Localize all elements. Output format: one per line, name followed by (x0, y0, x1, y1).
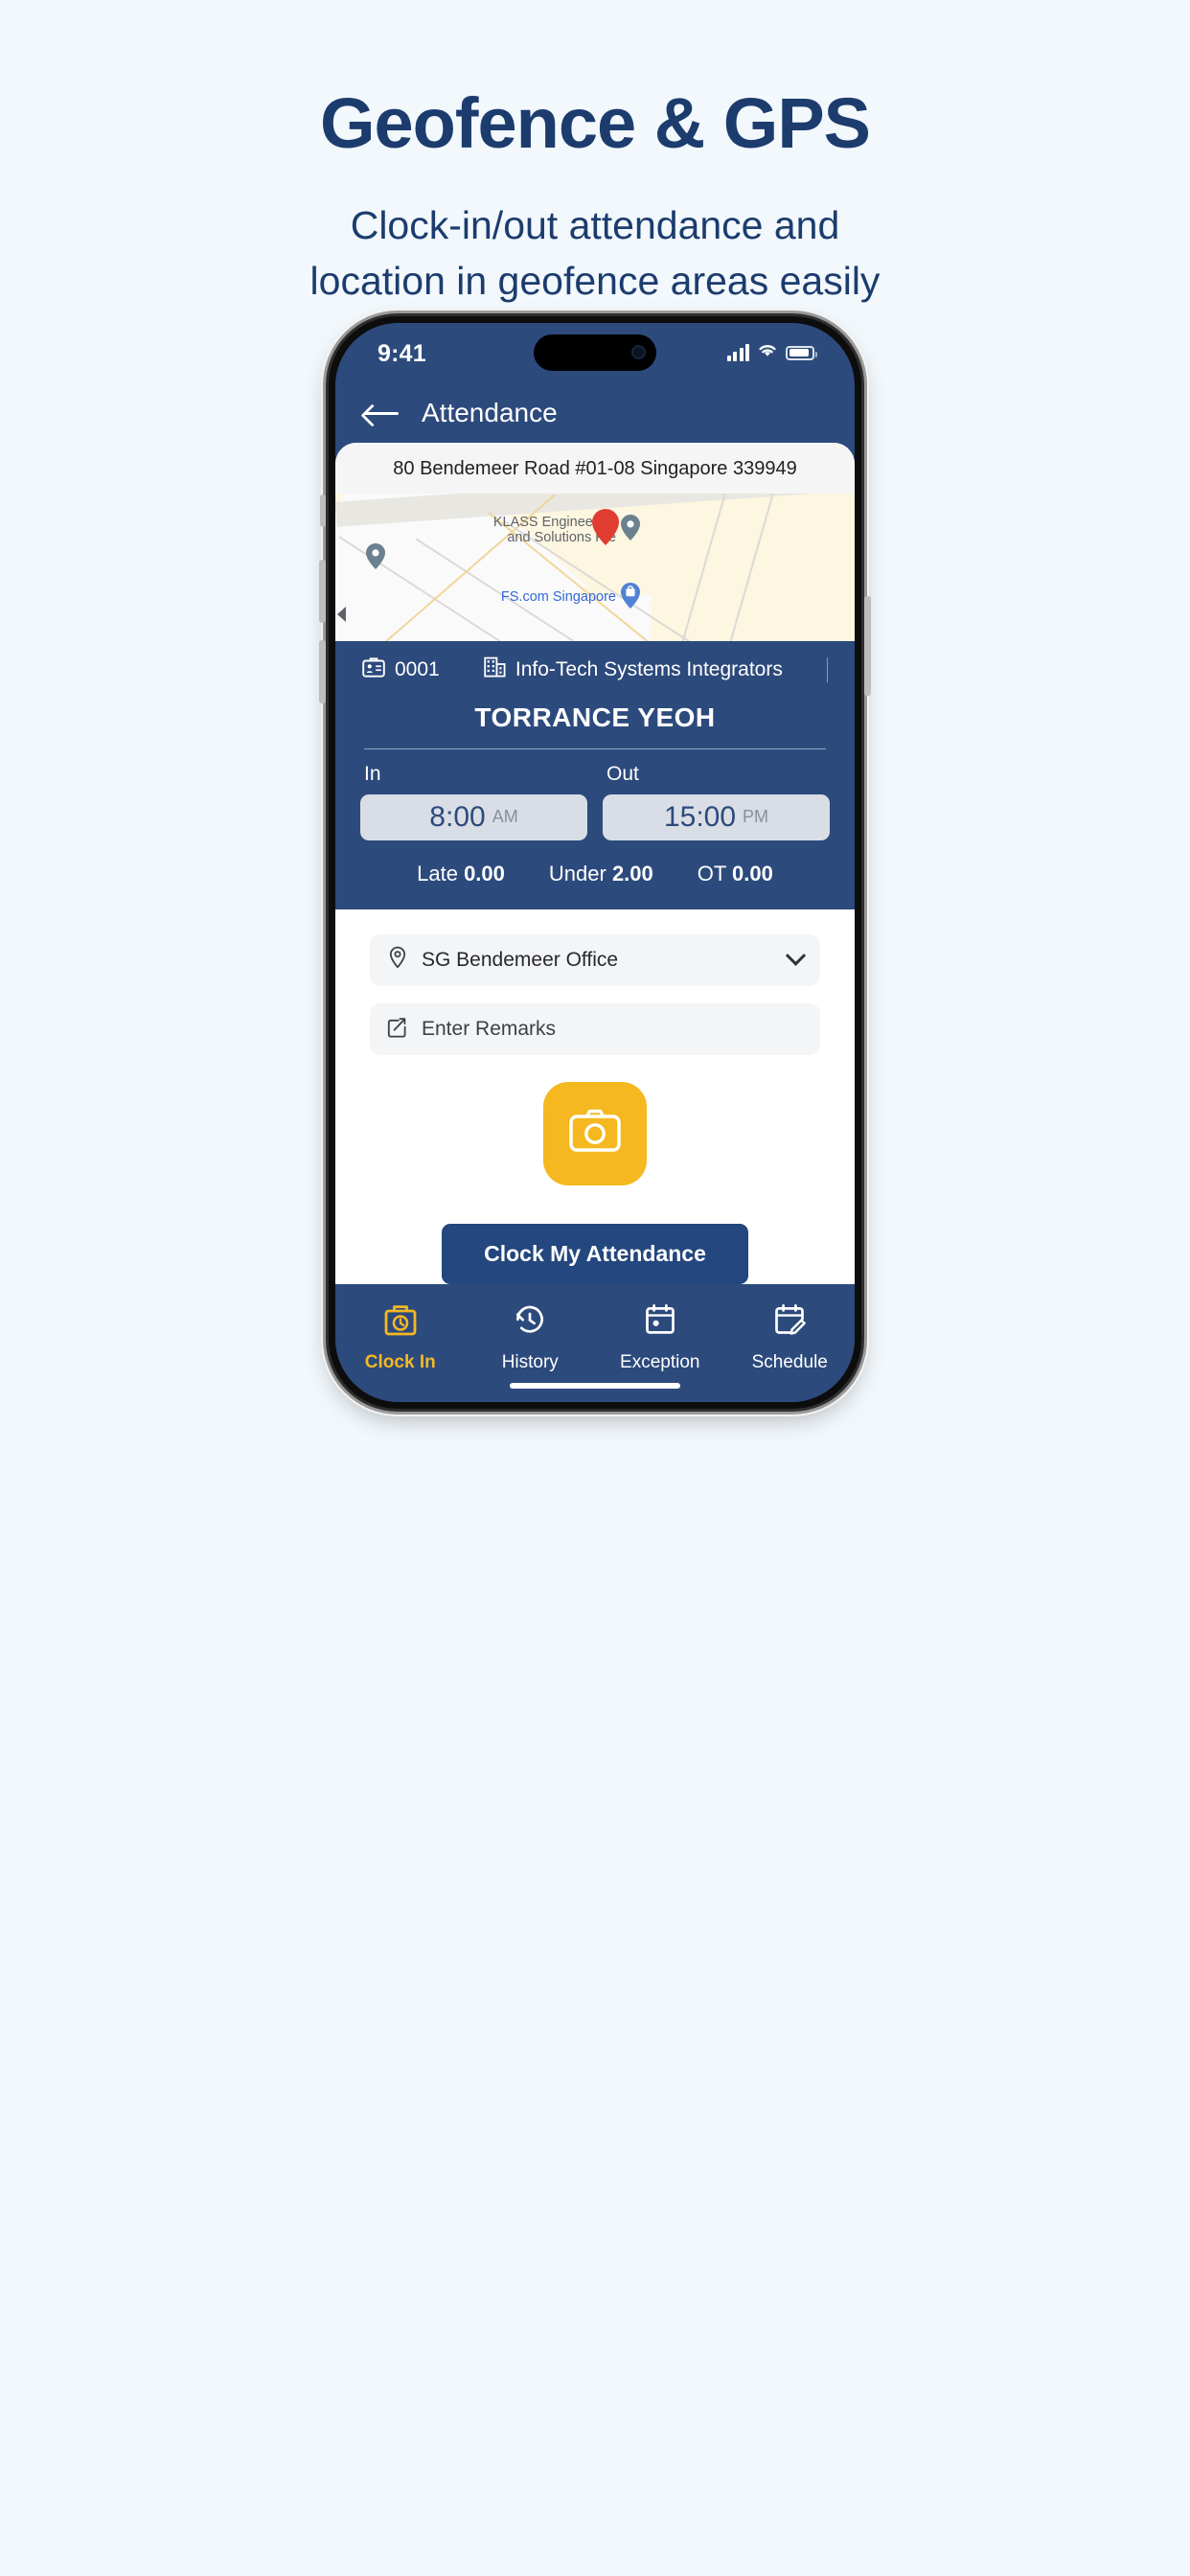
tab-exception[interactable]: Exception (595, 1301, 725, 1373)
tab-label-clock-in: Clock In (364, 1351, 436, 1372)
clock-out-column: Out 15:00 PM (603, 763, 830, 840)
clock-in-form: SG Bendemeer Office Enter Remarks Clock … (335, 908, 855, 1284)
clock-out-time-field[interactable]: 15:00 PM (603, 794, 830, 840)
app-bar-title: Attendance (422, 398, 558, 428)
promo-header: Geofence & GPS Clock-in/out attendance a… (0, 0, 1190, 309)
map-address: 80 Bendemeer Road #01-08 Singapore 33994… (335, 442, 855, 494)
app-bar: Attendance (335, 383, 855, 443)
status-bar-icons (726, 342, 817, 363)
remarks-placeholder: Enter Remarks (422, 1017, 557, 1040)
chevron-down-icon[interactable] (785, 946, 807, 967)
stat-ot: OT 0.00 (697, 861, 773, 886)
phone-screen: 9:41 Attendance 80 Bendemeer Road #01-08… (335, 323, 855, 1402)
map-label-klass: KLASS Engineering and Solutions Pte (492, 514, 616, 546)
meta-divider (826, 656, 828, 682)
stat-late: Late 0.00 (417, 861, 505, 886)
camera-button[interactable] (543, 1081, 647, 1185)
map-marker-icon (366, 542, 385, 569)
home-indicator[interactable] (510, 1383, 680, 1389)
location-select[interactable]: SG Bendemeer Office (370, 933, 820, 986)
camera-icon (568, 1108, 622, 1159)
page-title: Geofence & GPS (319, 83, 871, 163)
cellular-signal-icon (726, 344, 749, 361)
history-clock-icon (512, 1301, 548, 1343)
location-pin-icon (387, 946, 408, 974)
tab-schedule[interactable]: Schedule (725, 1301, 856, 1373)
collapse-left-arrow-icon[interactable] (337, 606, 346, 622)
calendar-dot-icon (642, 1301, 678, 1343)
building-icon (484, 656, 506, 683)
tab-label-history: History (501, 1351, 559, 1372)
power-button[interactable] (864, 596, 871, 696)
map-canvas[interactable]: KLASS Engineering and Solutions Pte FS.c… (335, 493, 855, 641)
dynamic-island (534, 334, 656, 371)
status-bar: 9:41 (335, 323, 855, 384)
id-badge-icon (362, 656, 385, 683)
wifi-icon (757, 342, 778, 363)
note-edit-icon (387, 1016, 408, 1043)
tab-history[interactable]: History (466, 1301, 596, 1373)
camera-button-wrap (370, 1081, 820, 1185)
tab-label-schedule: Schedule (751, 1351, 828, 1372)
phone-mockup: 9:41 Attendance 80 Bendemeer Road #01-08… (83, 316, 1107, 1428)
page-subtitle-line-1: Clock-in/out attendance and (350, 203, 840, 247)
clock-in-label: In (364, 762, 381, 785)
attendance-stats: Late 0.00 Under 2.00 OT 0.00 (360, 862, 830, 886)
clock-out-label: Out (606, 762, 639, 785)
page-subtitle: Clock-in/out attendance and location in … (0, 197, 1190, 309)
silent-switch[interactable] (320, 494, 326, 527)
status-bar-time: 9:41 (378, 340, 426, 367)
map-marker-icon (621, 514, 640, 540)
employee-name: TORRANCE YEOH (474, 702, 716, 732)
volume-down-button[interactable] (319, 640, 326, 703)
info-divider (364, 748, 826, 749)
clock-in-time-field[interactable]: 8:00 AM (360, 794, 587, 840)
in-out-row: In 8:00 AM Out 15:00 PM (360, 763, 830, 840)
employee-meta-row: 0001 Info-Tech Systems Integrators (360, 656, 830, 683)
clock-in-bag-icon (382, 1301, 419, 1343)
employee-id-value: 0001 (395, 657, 440, 680)
map-destination-marker-icon (592, 508, 619, 545)
attendance-info-panel: 0001 Info-Tech Systems Integrators TORRA… (335, 640, 855, 909)
submit-button-wrap: Clock My Attendance (370, 1223, 820, 1284)
map-marker-shop-icon (621, 582, 640, 609)
company-cell: Info-Tech Systems Integrators (484, 656, 783, 683)
back-arrow-icon[interactable] (364, 402, 399, 425)
map-card: 80 Bendemeer Road #01-08 Singapore 33994… (335, 442, 855, 641)
map-label-fscom: FS.com Singapore (500, 588, 616, 605)
tab-label-exception: Exception (620, 1351, 700, 1372)
location-value: SG Bendemeer Office (422, 948, 619, 971)
clock-in-time-value: 8:00 (429, 800, 486, 833)
tab-clock-in[interactable]: Clock In (335, 1301, 466, 1373)
remarks-input[interactable]: Enter Remarks (370, 1002, 820, 1055)
clock-out-time-value: 15:00 (663, 800, 737, 833)
stat-under: Under 2.00 (548, 861, 653, 886)
clock-my-attendance-button[interactable]: Clock My Attendance (442, 1223, 748, 1284)
clock-in-meridiem: AM (492, 807, 518, 827)
employee-id-cell: 0001 (362, 656, 440, 683)
battery-icon (786, 345, 817, 360)
company-name: Info-Tech Systems Integrators (515, 657, 783, 680)
page-subtitle-line-2: location in geofence areas easily (309, 259, 881, 304)
clock-out-meridiem: PM (743, 807, 769, 827)
clock-in-column: In 8:00 AM (360, 763, 587, 840)
volume-up-button[interactable] (319, 560, 326, 623)
calendar-edit-icon (771, 1301, 808, 1343)
